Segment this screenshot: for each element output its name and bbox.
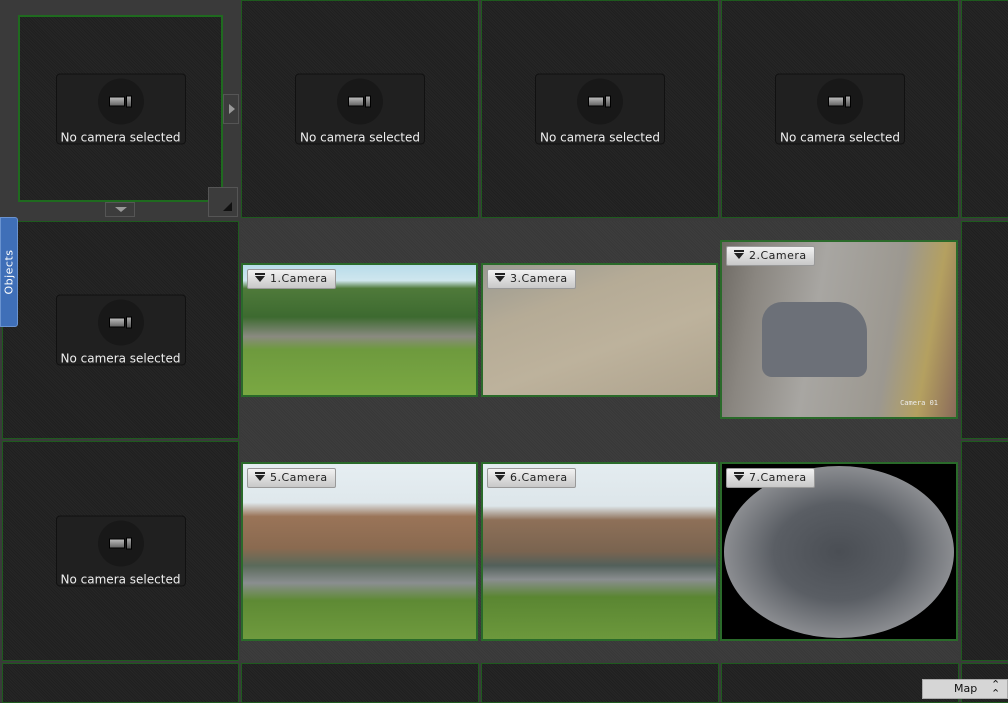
- dropdown-icon: [495, 472, 505, 481]
- fisheye-image: [724, 466, 954, 638]
- no-camera-placeholder: No camera selected: [55, 73, 186, 144]
- expand-down-button[interactable]: [105, 202, 135, 217]
- dropdown-icon: [255, 273, 265, 282]
- grid-cell[interactable]: [2, 663, 239, 703]
- arrow-down-icon: [115, 207, 127, 212]
- chevron-double-up-icon: ⌃ ⌃: [991, 678, 1001, 700]
- camera-icon: [577, 78, 623, 125]
- camera-feed-3[interactable]: 3.Camera: [481, 263, 718, 397]
- no-camera-text: No camera selected: [60, 130, 181, 144]
- camera-label[interactable]: 6.Camera: [487, 468, 576, 488]
- grid-cell[interactable]: [241, 663, 479, 703]
- grid-cell[interactable]: [961, 221, 1008, 439]
- no-camera-text: No camera selected: [60, 572, 181, 587]
- grid-cell[interactable]: No camera selected: [2, 441, 239, 661]
- camera-label[interactable]: 3.Camera: [487, 269, 576, 289]
- camera-icon: [817, 78, 863, 125]
- camera-label[interactable]: 1.Camera: [247, 269, 336, 289]
- no-camera-placeholder: No camera selected: [775, 73, 905, 145]
- camera-label[interactable]: 7.Camera: [726, 468, 815, 488]
- resize-handle[interactable]: [208, 187, 238, 217]
- dropdown-icon: [734, 472, 744, 481]
- camera-overlay-text: Camera 01: [900, 399, 938, 407]
- resize-corner-icon: [223, 202, 232, 211]
- expand-right-button[interactable]: [223, 94, 239, 124]
- dropdown-icon: [495, 273, 505, 282]
- grid-cell[interactable]: [961, 441, 1008, 661]
- dropdown-icon: [734, 250, 744, 259]
- map-button[interactable]: Map ⌃ ⌃: [922, 679, 1008, 699]
- no-camera-placeholder: No camera selected: [535, 73, 665, 145]
- no-camera-text: No camera selected: [540, 130, 660, 145]
- camera-icon: [97, 299, 144, 346]
- no-camera-text: No camera selected: [780, 130, 900, 145]
- camera-icon: [97, 520, 144, 567]
- grid-cell[interactable]: [961, 0, 1008, 218]
- camera-label[interactable]: 2.Camera: [726, 246, 815, 266]
- arrow-right-icon: [229, 104, 235, 114]
- camera-label[interactable]: 5.Camera: [247, 468, 336, 488]
- grid-cell[interactable]: [481, 663, 719, 703]
- grid-cell[interactable]: No camera selected: [2, 221, 239, 439]
- no-camera-placeholder: No camera selected: [55, 515, 186, 587]
- objects-tab[interactable]: Objects: [0, 217, 18, 327]
- camera-feed-6[interactable]: 6.Camera: [481, 462, 718, 641]
- camera-feed-2[interactable]: 2.Camera Camera 01: [720, 240, 958, 419]
- dropdown-icon: [255, 472, 265, 481]
- no-camera-text: No camera selected: [300, 130, 420, 145]
- grid-cell[interactable]: No camera selected: [481, 0, 719, 218]
- grid-cell[interactable]: No camera selected: [241, 0, 479, 218]
- grid-cell[interactable]: No camera selected: [721, 0, 959, 218]
- camera-feed-5[interactable]: 5.Camera: [241, 462, 478, 641]
- no-camera-placeholder: No camera selected: [295, 73, 425, 145]
- selected-cell[interactable]: No camera selected: [18, 15, 223, 202]
- parked-car: [762, 302, 867, 377]
- no-camera-placeholder: No camera selected: [55, 294, 186, 366]
- camera-feed-7[interactable]: 7.Camera: [720, 462, 958, 641]
- camera-icon: [337, 78, 383, 125]
- camera-icon: [97, 78, 144, 124]
- camera-feed-1[interactable]: 1.Camera: [241, 263, 478, 397]
- no-camera-text: No camera selected: [60, 351, 181, 366]
